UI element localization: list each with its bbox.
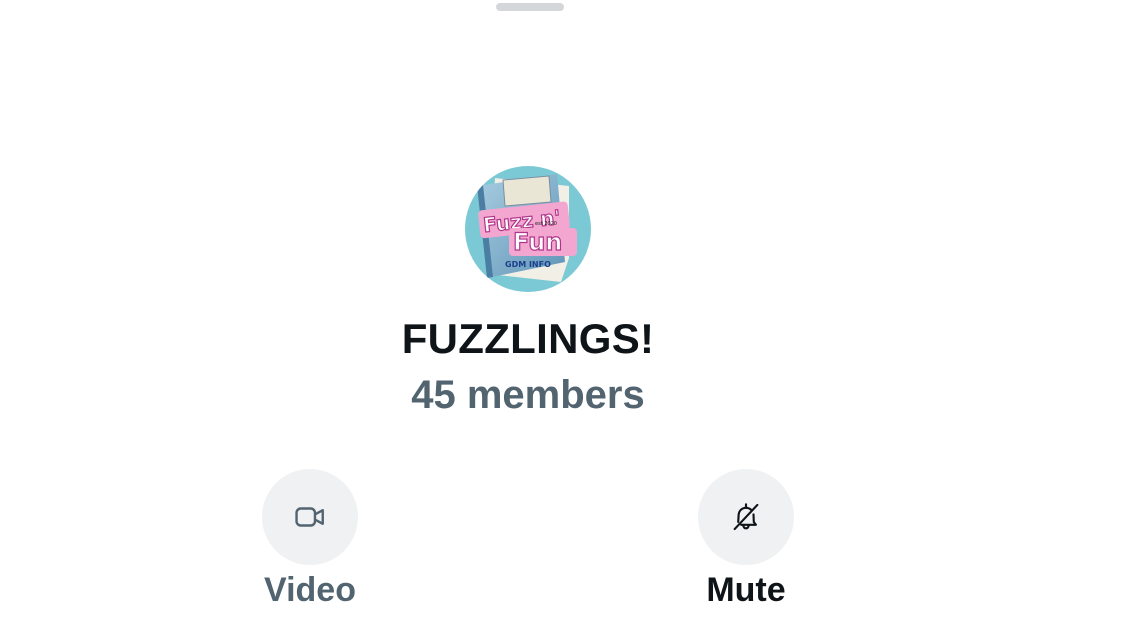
video-button-label: Video xyxy=(264,571,356,609)
group-info-sheet: Fuzz n' Fun est 2020 GDM INFO FUZZLINGS!… xyxy=(0,0,1128,635)
svg-text:Fun: Fun xyxy=(513,228,562,256)
svg-text:GDM INFO: GDM INFO xyxy=(505,260,551,269)
group-avatar-image: Fuzz n' Fun est 2020 GDM INFO xyxy=(465,166,591,292)
sheet-drag-handle[interactable] xyxy=(496,3,564,11)
bell-slash-icon xyxy=(733,503,759,531)
svg-text:est 2020: est 2020 xyxy=(535,221,557,227)
video-button-circle[interactable] xyxy=(262,469,358,565)
video-call-button[interactable]: Video xyxy=(230,469,390,610)
mute-button-label: Mute xyxy=(706,571,786,609)
member-count-link[interactable]: 45 members xyxy=(324,373,732,418)
group-name: FUZZLINGS! xyxy=(401,315,655,362)
group-avatar[interactable]: Fuzz n' Fun est 2020 GDM INFO xyxy=(465,166,591,292)
mute-button[interactable]: Mute xyxy=(666,469,826,610)
video-camera-icon xyxy=(295,507,324,527)
mute-button-circle[interactable] xyxy=(698,469,794,565)
